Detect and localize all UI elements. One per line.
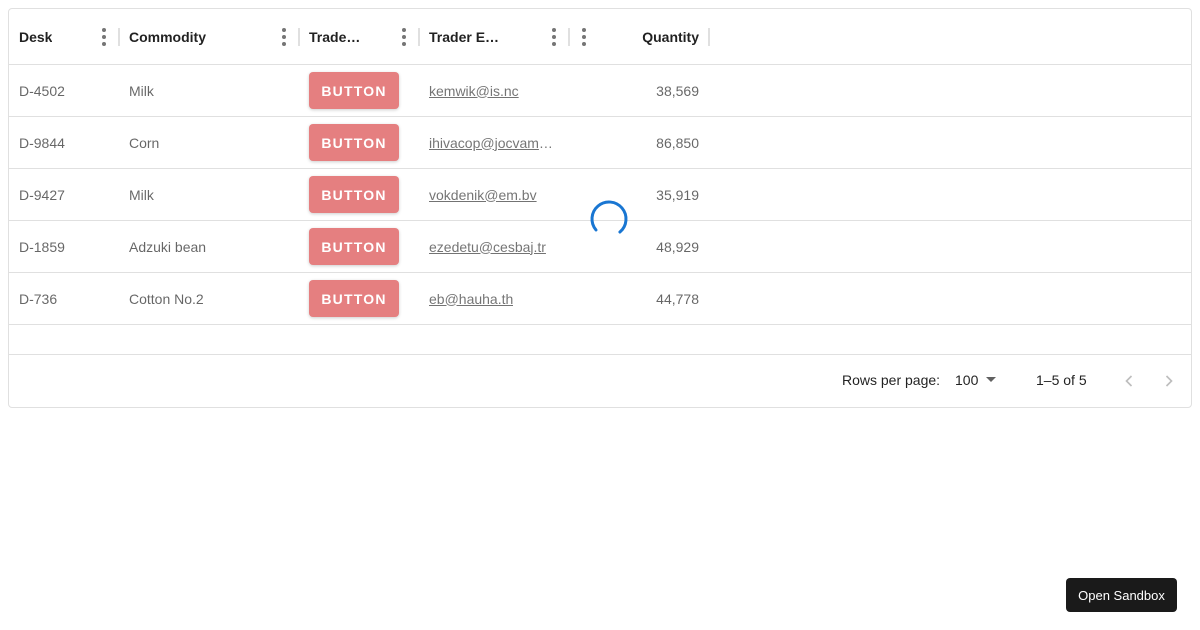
cell-trader-name: BUTTON [299,273,419,324]
email-link[interactable]: vokdenik@em.bv [429,187,537,203]
table-row[interactable]: D-736 Cotton No.2 BUTTON eb@hauha.th 44,778 [9,273,1191,325]
cell-commodity: Corn [129,134,160,151]
previous-page-button[interactable] [1115,367,1143,395]
column-menu-icon[interactable] [544,27,564,47]
email-link[interactable]: ezedetu@cesbaj.tr [429,239,546,255]
cell-commodity: Adzuki bean [129,238,207,255]
email-link[interactable]: ihivacop@jocvamu… [429,135,559,151]
column-header-commodity[interactable]: Commodity [119,9,299,65]
column-title: Trader Name [309,29,364,45]
column-menu-icon[interactable] [394,27,414,47]
column-header-trader-name[interactable]: Trader Name [299,9,374,65]
chevron-left-icon [1125,375,1133,387]
column-separator[interactable] [708,28,710,46]
cell-trader-email: ihivacop@jocvamu… [419,117,569,168]
row-action-button[interactable]: BUTTON [309,124,399,161]
cell-quantity: 86,850 [656,134,699,151]
cell-quantity: 38,569 [656,82,699,99]
grid-footer: Rows per page: 100 1–5 of 5 [9,354,1191,407]
cell-trader-email: kemwik@is.nc [419,65,569,116]
next-page-button[interactable] [1155,367,1183,395]
cell-trader-name: BUTTON [299,221,419,272]
cell-desk: D-9427 [19,186,65,203]
table-row[interactable]: D-9844 Corn BUTTON ihivacop@jocvamu… 86,850 [9,117,1191,169]
cell-commodity: Milk [129,82,154,99]
rows-per-page-select[interactable]: 100 [955,372,978,388]
caret-down-icon[interactable] [986,377,996,382]
column-menu-icon[interactable] [274,27,294,47]
cell-quantity: 44,778 [656,290,699,307]
cell-commodity: Cotton No.2 [129,290,204,307]
row-action-button[interactable]: BUTTON [309,72,399,109]
cell-desk: D-1859 [19,238,65,255]
column-menu-icon[interactable] [94,27,114,47]
cell-desk: D-736 [19,290,58,307]
cell-trader-name: BUTTON [299,117,419,168]
row-action-button[interactable]: BUTTON [309,228,399,265]
email-link[interactable]: eb@hauha.th [429,291,513,307]
table-row[interactable]: D-4502 Milk BUTTON kemwik@is.nc 38,569 [9,65,1191,117]
cell-trader-name: BUTTON [299,65,419,116]
data-grid: Desk Commodity Trader Name Trader Email … [8,8,1192,408]
grid-header: Desk Commodity Trader Name Trader Email … [9,9,1191,65]
column-title: Trader Email [429,29,509,45]
column-separator[interactable] [568,28,570,46]
loading-spinner-icon [590,200,628,238]
cell-trader-email: ezedetu@cesbaj.tr [419,221,569,272]
email-link[interactable]: kemwik@is.nc [429,83,519,99]
cell-trader-name: BUTTON [299,169,419,220]
cell-trader-email: eb@hauha.th [419,273,569,324]
rows-per-page-label: Rows per page: [842,372,941,388]
pagination-range: 1–5 of 5 [1036,372,1087,388]
cell-trader-email: vokdenik@em.bv [419,169,569,220]
column-menu-icon[interactable] [574,27,594,47]
column-header-quantity[interactable]: Quantity [599,9,709,65]
cell-commodity: Milk [129,186,154,203]
open-sandbox-button[interactable]: Open Sandbox [1066,578,1177,612]
column-header-trader-email[interactable]: Trader Email [419,9,519,65]
cell-desk: D-9844 [19,134,65,151]
row-action-button[interactable]: BUTTON [309,280,399,317]
column-title: Quantity [642,29,699,45]
column-title: Commodity [129,29,206,45]
column-title: Desk [19,29,53,45]
row-action-button[interactable]: BUTTON [309,176,399,213]
chevron-right-icon [1165,375,1173,387]
cell-desk: D-4502 [19,82,65,99]
